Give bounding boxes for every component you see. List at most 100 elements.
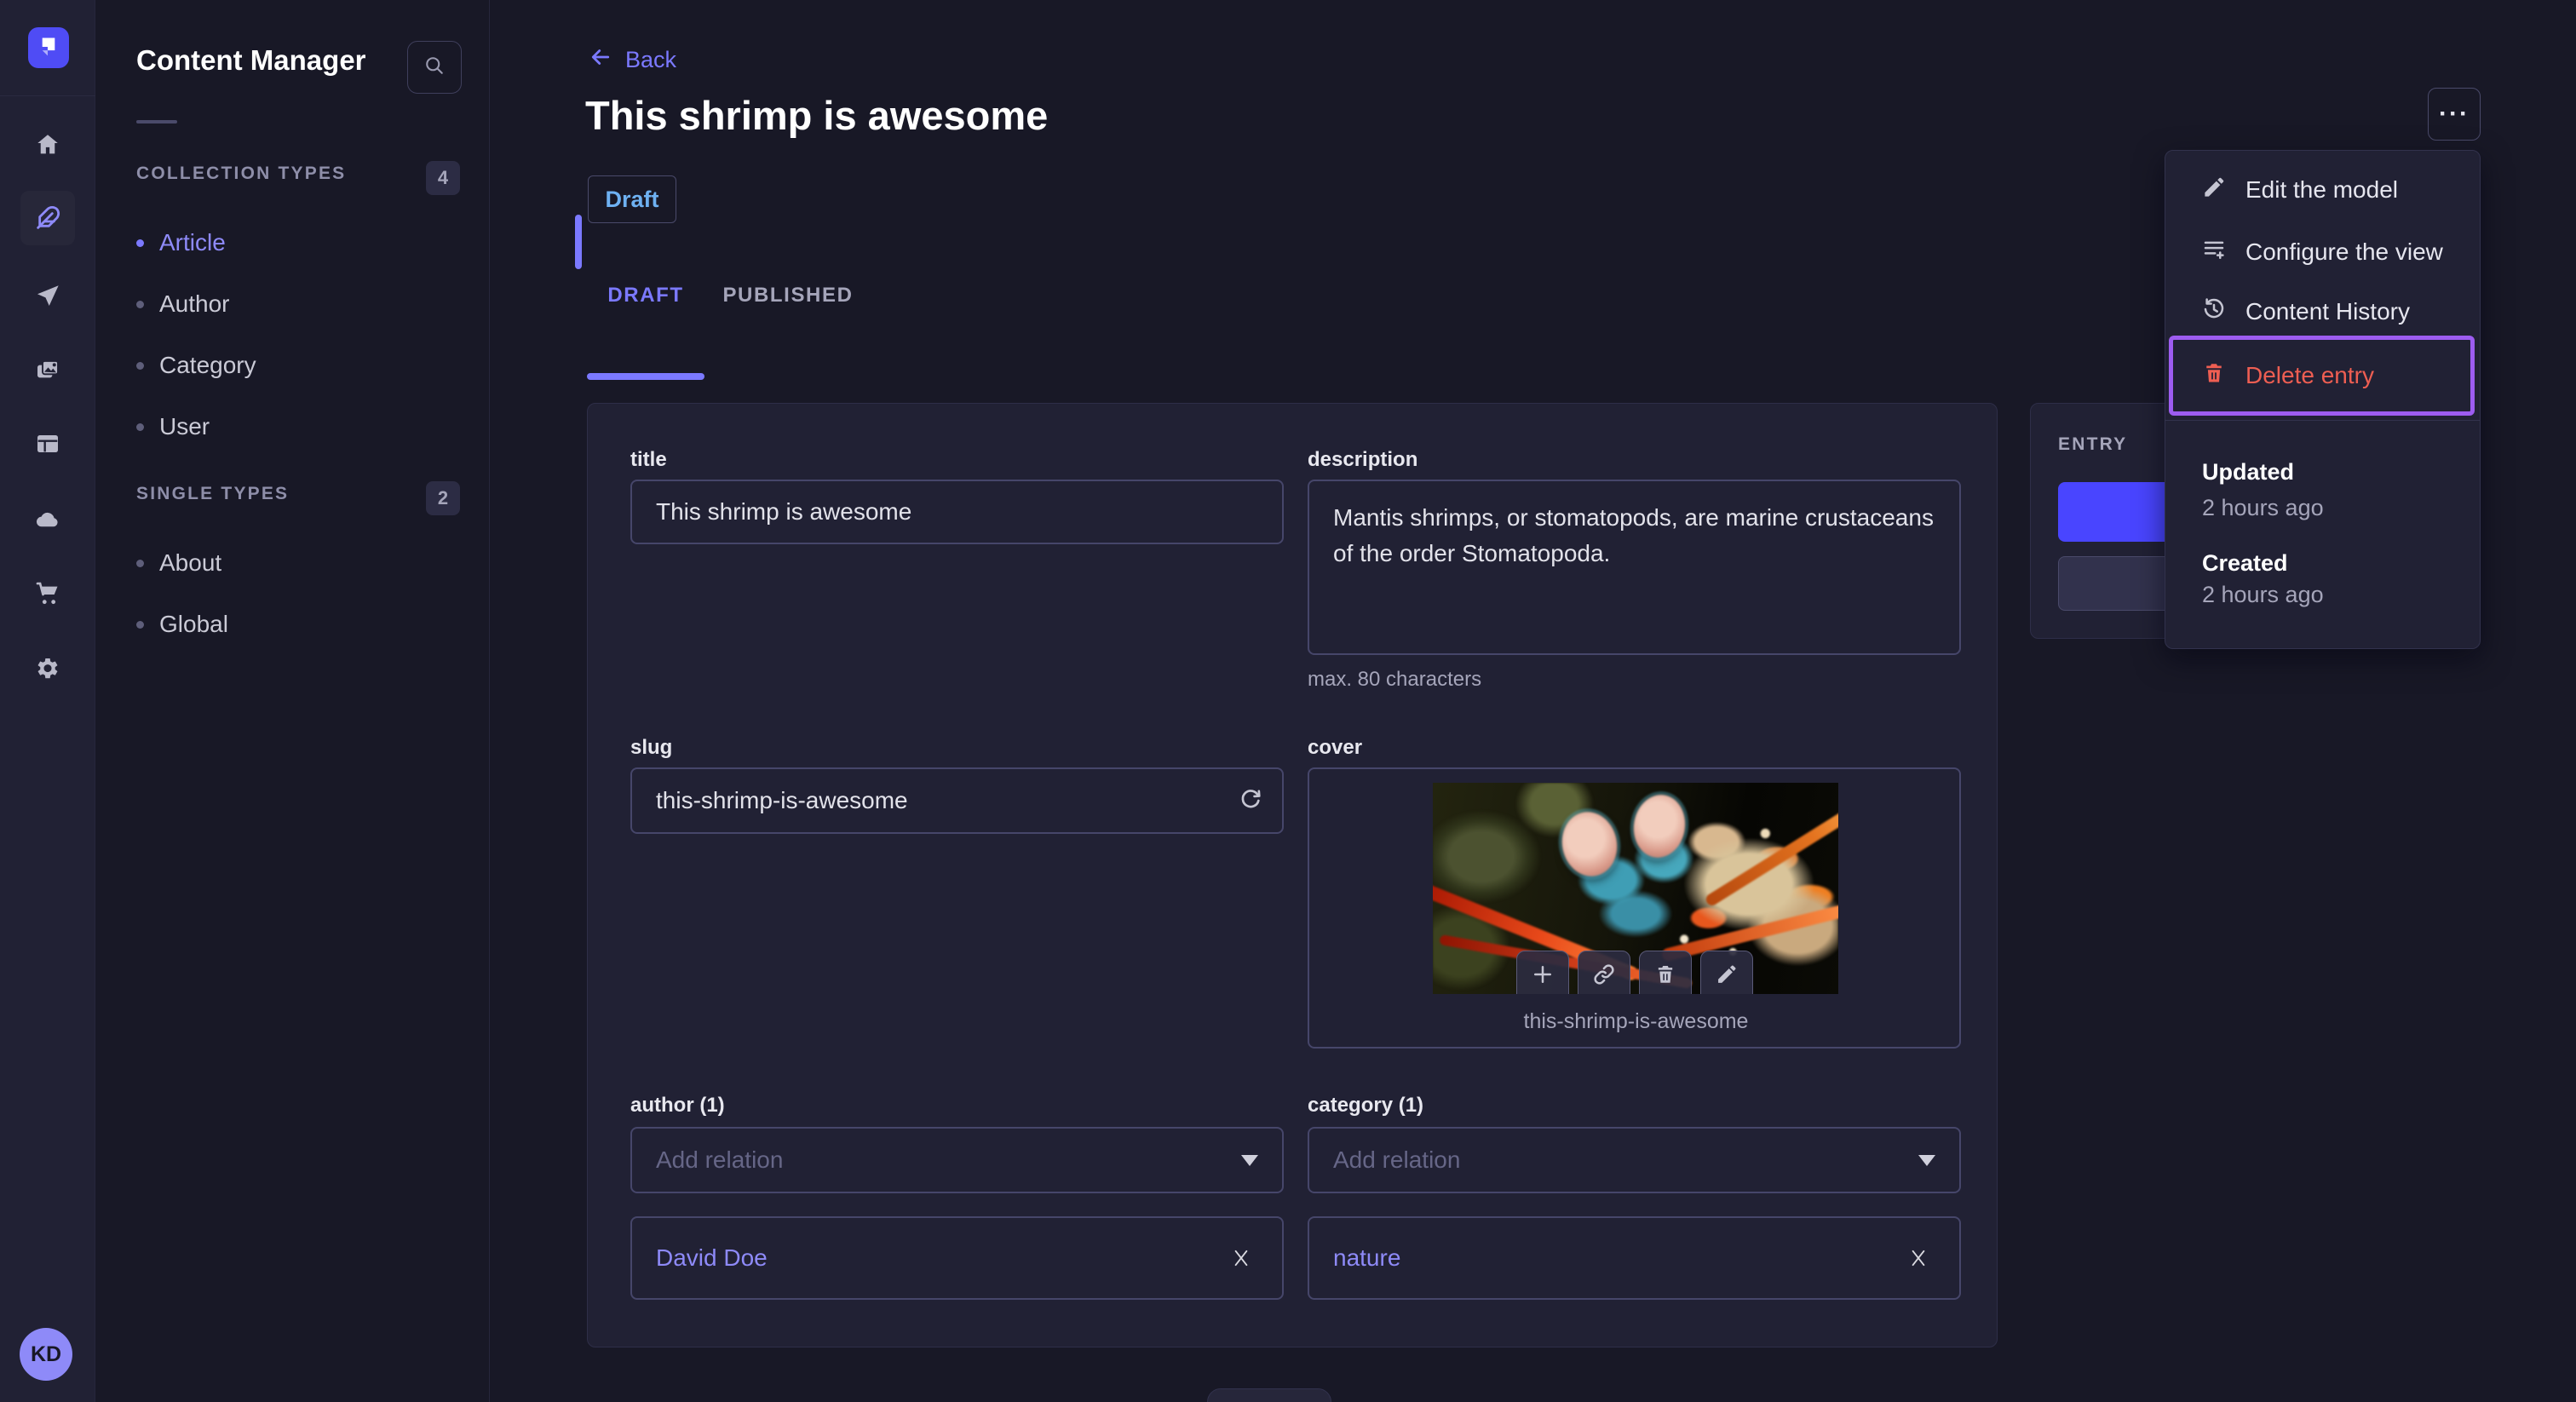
category-field-label: category (1) xyxy=(1308,1094,1424,1117)
content-manager-feather-icon[interactable] xyxy=(20,191,75,245)
combobox-placeholder: Add relation xyxy=(1333,1146,1461,1173)
add-media-button[interactable] xyxy=(1516,951,1569,994)
media-library-icon[interactable] xyxy=(20,342,75,397)
page-title: This shrimp is awesome xyxy=(585,93,1049,138)
chevron-down-icon xyxy=(1918,1154,1935,1166)
marketplace-cart-icon[interactable] xyxy=(20,566,75,620)
sidebar-item-author[interactable]: Author xyxy=(136,284,443,325)
bullet-icon xyxy=(136,361,144,370)
settings-gear-icon[interactable] xyxy=(20,641,75,696)
sidebar-item-label: Article xyxy=(159,229,226,256)
author-relation-combobox[interactable]: Add relation xyxy=(630,1127,1284,1193)
menu-item-label: Configure the view xyxy=(2245,238,2443,265)
cover-image[interactable] xyxy=(1433,783,1838,994)
combobox-placeholder: Add relation xyxy=(656,1146,784,1173)
more-actions-button[interactable]: ··· xyxy=(2428,88,2481,141)
menu-separator xyxy=(2165,420,2480,421)
description-textarea[interactable]: Mantis shrimps, or stomatopods, are mari… xyxy=(1308,480,1961,655)
entry-form-card: title description Mantis shrimps, or sto… xyxy=(587,403,1998,1347)
search-icon xyxy=(423,54,446,82)
bullet-icon xyxy=(136,422,144,431)
subnav-title: Content Manager xyxy=(136,44,366,76)
sidebar-item-global[interactable]: Global xyxy=(136,604,443,645)
sidebar-item-user[interactable]: User xyxy=(136,406,443,447)
cover-filename: this-shrimp-is-awesome xyxy=(1523,1009,1749,1033)
send-plane-icon[interactable] xyxy=(20,268,75,323)
sidebar-item-category[interactable]: Category xyxy=(136,345,443,386)
updated-label: Updated xyxy=(2202,459,2294,485)
entry-actions-menu: Edit the model Configure the view Conten… xyxy=(2165,150,2481,649)
menu-item-delete-entry[interactable]: Delete entry xyxy=(2165,348,2480,403)
created-label: Created xyxy=(2202,550,2288,576)
edit-media-button[interactable] xyxy=(1700,951,1753,994)
collection-types-count-badge: 4 xyxy=(426,161,460,195)
arrow-left-icon xyxy=(588,44,613,76)
sidebar-item-article[interactable]: Article xyxy=(136,222,443,263)
sidebar-item-about[interactable]: About xyxy=(136,543,443,583)
sidebar-item-label: Author xyxy=(159,290,230,317)
slug-field-label: slug xyxy=(630,736,673,759)
bullet-icon xyxy=(136,620,144,629)
delete-media-button[interactable] xyxy=(1639,951,1692,994)
subnav-divider xyxy=(136,120,177,124)
menu-item-edit-the-model[interactable]: Edit the model xyxy=(2165,163,2480,217)
author-field-label: author (1) xyxy=(630,1094,725,1117)
description-helper-text: max. 80 characters xyxy=(1308,668,1482,691)
remove-relation-button[interactable] xyxy=(1224,1241,1258,1275)
remove-relation-button[interactable] xyxy=(1901,1241,1935,1275)
relation-link-nature[interactable]: nature xyxy=(1333,1244,1901,1272)
menu-item-label: Content History xyxy=(2245,298,2410,325)
back-button[interactable]: Back xyxy=(588,44,676,76)
sidebar-item-label: Global xyxy=(159,611,228,637)
created-value: 2 hours ago xyxy=(2202,582,2324,607)
menu-item-configure-the-view[interactable]: Configure the view xyxy=(2165,225,2480,279)
copy-link-button[interactable] xyxy=(1578,951,1630,994)
category-relation-combobox[interactable]: Add relation xyxy=(1308,1127,1961,1193)
icon-rail: KD xyxy=(0,0,95,1402)
sidebar-item-label: About xyxy=(159,549,222,576)
search-button[interactable] xyxy=(407,41,462,94)
shrimp-claw xyxy=(1704,802,1838,908)
tab-published[interactable]: PUBLISHED xyxy=(718,278,858,313)
relation-link-david-doe[interactable]: David Doe xyxy=(656,1244,1224,1272)
content-type-builder-icon[interactable] xyxy=(20,417,75,471)
content-manager-subnav: Content Manager COLLECTION TYPES 4 Artic… xyxy=(95,0,582,1402)
back-label: Back xyxy=(625,47,677,72)
sidebar-item-label: User xyxy=(159,413,210,440)
shrimp-eye xyxy=(1555,807,1624,882)
sidebar-item-label: Category xyxy=(159,352,256,378)
cover-field: this-shrimp-is-awesome xyxy=(1308,767,1961,1049)
strapi-admin-app: KD Content Manager COLLECTION TYPES 4 Ar… xyxy=(0,0,2576,1402)
entry-panel-title: ENTRY xyxy=(2058,434,2128,454)
trash-icon xyxy=(2201,360,2227,392)
section-single-types: SINGLE TYPES xyxy=(136,484,290,503)
section-collection-types: COLLECTION TYPES xyxy=(136,164,347,183)
chevron-down-icon xyxy=(1241,1154,1258,1166)
history-icon xyxy=(2201,296,2227,328)
bullet-icon xyxy=(136,559,144,567)
home-icon[interactable] xyxy=(20,118,75,172)
cover-field-label: cover xyxy=(1308,736,1363,759)
cover-actions-toolbar xyxy=(1516,951,1753,994)
menu-item-label: Edit the model xyxy=(2245,176,2398,203)
strapi-logo-icon[interactable] xyxy=(28,27,69,68)
bottom-sheet-peek xyxy=(1207,1388,1331,1402)
updated-value: 2 hours ago xyxy=(2202,495,2324,520)
plus-icon xyxy=(1530,962,1555,991)
menu-item-label: Delete entry xyxy=(2245,362,2374,388)
trash-icon xyxy=(1653,962,1677,991)
regenerate-slug-button[interactable] xyxy=(1231,781,1270,820)
active-item-indicator xyxy=(575,215,582,269)
status-badge: Draft xyxy=(588,175,676,223)
link-icon xyxy=(1591,962,1617,991)
slug-input[interactable] xyxy=(630,767,1284,834)
rail-divider xyxy=(0,95,95,96)
description-field-label: description xyxy=(1308,448,1418,471)
title-input[interactable] xyxy=(630,480,1284,544)
menu-item-content-history[interactable]: Content History xyxy=(2165,284,2480,339)
user-avatar[interactable]: KD xyxy=(20,1328,72,1381)
deploy-cloud-icon[interactable] xyxy=(20,492,75,547)
tab-draft[interactable]: DRAFT xyxy=(587,278,704,313)
pencil-icon xyxy=(1715,962,1739,991)
author-relation-item: David Doe xyxy=(630,1216,1284,1300)
